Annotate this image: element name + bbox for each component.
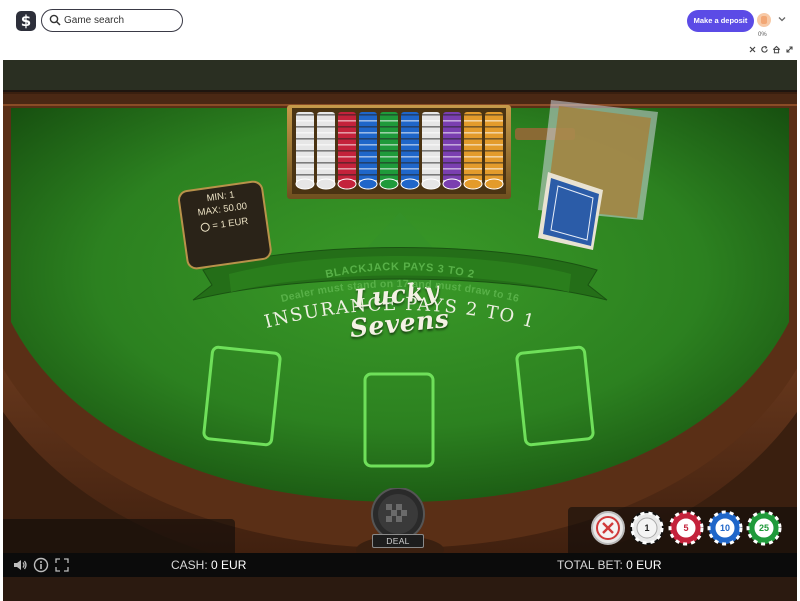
chevron-down-icon[interactable] bbox=[777, 14, 787, 24]
chip-10-button[interactable]: 10 bbox=[707, 510, 743, 546]
blackjack-rule: BLACKJACK PAYS 3 TO 2 bbox=[324, 261, 475, 281]
expand-icon[interactable] bbox=[785, 45, 794, 54]
chip-stack bbox=[379, 112, 399, 190]
chip-stack bbox=[358, 112, 378, 190]
cash-value: 0 EUR bbox=[211, 558, 247, 572]
chip-25-value: 25 bbox=[758, 523, 769, 533]
search-icon bbox=[49, 14, 61, 26]
fullscreen-icon[interactable] bbox=[54, 557, 70, 573]
total-bet-display: TOTAL BET: 0 EUR bbox=[557, 558, 661, 572]
chip-5-value: 5 bbox=[683, 523, 689, 533]
cash-label: CASH: bbox=[171, 558, 208, 572]
chip-stack bbox=[463, 112, 483, 190]
sound-icon[interactable] bbox=[12, 557, 28, 573]
close-icon[interactable] bbox=[748, 45, 757, 54]
level-progress-text: 0% bbox=[758, 32, 767, 38]
chip-stack bbox=[442, 112, 462, 190]
clear-bet-button[interactable] bbox=[590, 510, 626, 546]
info-icon[interactable] bbox=[33, 557, 49, 573]
bet-spot-left[interactable] bbox=[206, 348, 278, 444]
home-icon[interactable] bbox=[772, 45, 781, 54]
site-logo[interactable]: $ bbox=[16, 11, 36, 31]
chip-stack bbox=[316, 112, 336, 190]
user-level-badge[interactable] bbox=[757, 13, 771, 27]
site-header: $ Make a deposit 0% bbox=[0, 0, 800, 58]
total-bet-label: TOTAL BET: bbox=[557, 558, 623, 572]
chip-10-value: 10 bbox=[719, 523, 730, 533]
deal-label[interactable]: DEAL bbox=[372, 534, 424, 548]
svg-text:BLACKJACK PAYS 3 TO 2: BLACKJACK PAYS 3 TO 2 bbox=[324, 261, 475, 281]
chip-stack bbox=[484, 112, 504, 190]
search-input[interactable] bbox=[64, 12, 176, 28]
total-bet-value: 0 EUR bbox=[626, 558, 662, 572]
cash-display: CASH: 0 EUR bbox=[171, 558, 246, 572]
status-bar: CASH: 0 EUR TOTAL BET: 0 EUR bbox=[3, 553, 797, 577]
table-rail-bottom bbox=[3, 577, 797, 601]
refresh-icon[interactable] bbox=[760, 45, 769, 54]
chip-stack bbox=[421, 112, 441, 190]
left-hud-panel bbox=[3, 519, 235, 553]
chip-25-button[interactable]: 25 bbox=[746, 510, 782, 546]
chip-5-button[interactable]: 5 bbox=[668, 510, 704, 546]
search-box[interactable] bbox=[41, 9, 183, 32]
chip-1-button[interactable]: 1 bbox=[629, 510, 665, 546]
bet-spot-center[interactable] bbox=[363, 372, 435, 468]
chip-rack bbox=[295, 112, 504, 190]
table-rules-text: BLACKJACK PAYS 3 TO 2 Dealer must stand … bbox=[262, 261, 536, 333]
game-viewport[interactable]: MIN: 1 MAX: 50.00 = 1 EUR Lucky Sevens B… bbox=[3, 60, 797, 601]
bet-spot-right[interactable] bbox=[519, 348, 591, 444]
chip-1-value: 1 bbox=[644, 523, 650, 533]
chip-stack bbox=[337, 112, 357, 190]
deposit-button[interactable]: Make a deposit bbox=[687, 10, 754, 32]
chip-stack bbox=[400, 112, 420, 190]
chip-stack bbox=[295, 112, 315, 190]
